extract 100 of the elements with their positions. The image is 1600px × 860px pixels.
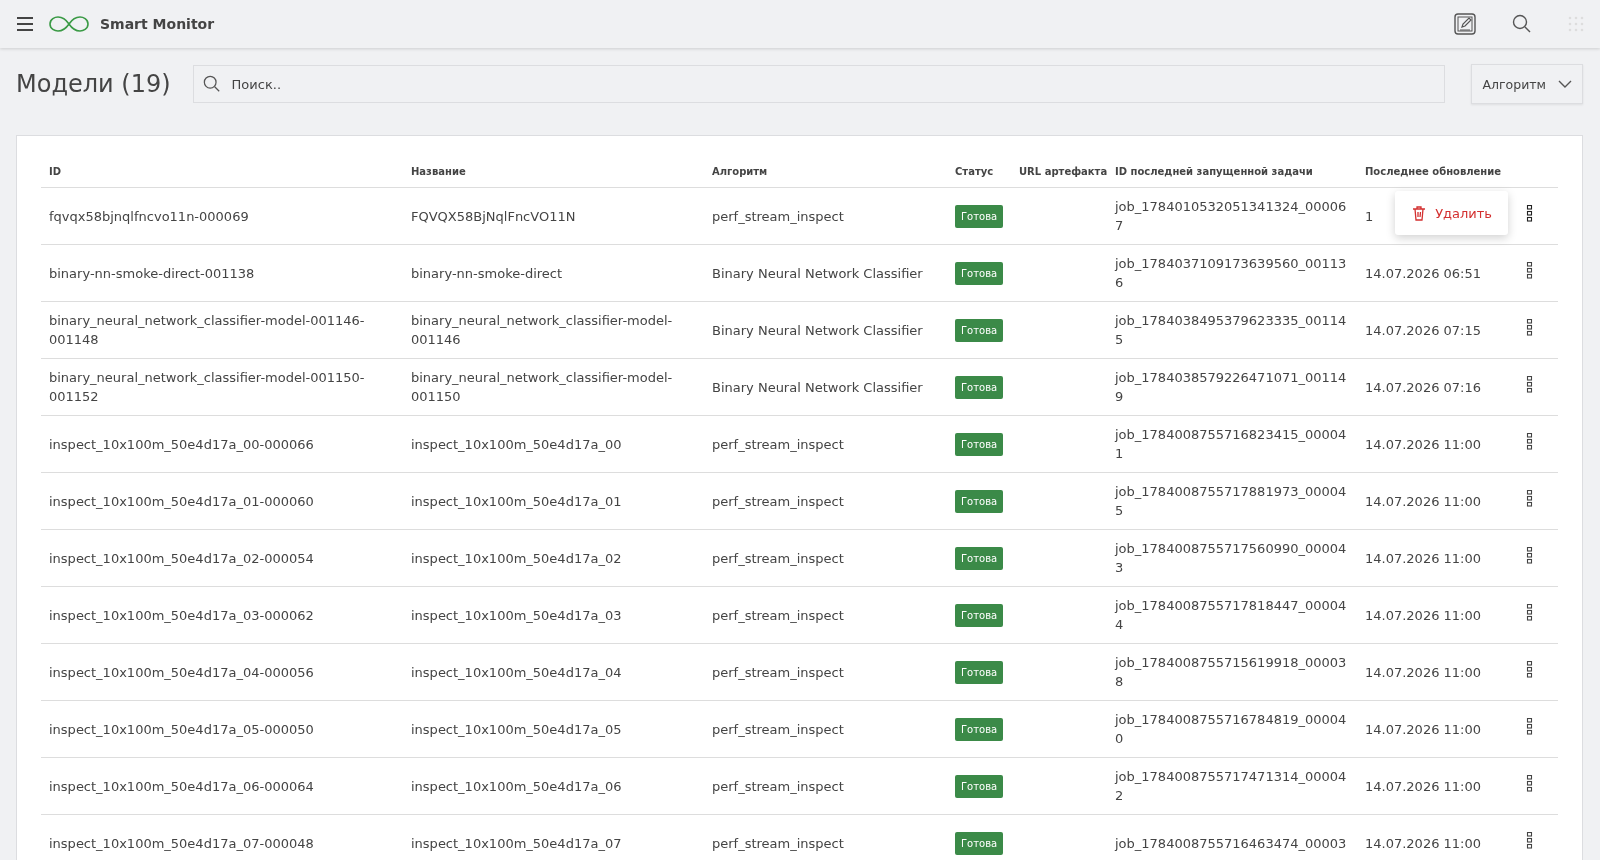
table-cell: perf_stream_inspect (712, 778, 844, 794)
table-cell: perf_stream_inspect (712, 208, 844, 224)
more-options-icon[interactable] (1525, 432, 1534, 451)
table-cell: inspect_10x100m_50e4d17a_05-000050 (49, 721, 314, 737)
table-cell: fqvqx58bjnqlfncvo11n-000069 (49, 208, 249, 224)
status-badge: Готова (955, 375, 1004, 399)
table-cell-text: job_1784008755717560990_000043 (1115, 540, 1348, 577)
table-cell-text: job_1784008755715619918_000038 (1115, 654, 1348, 691)
table-cell: 14.07.2026 11:00 (1365, 607, 1482, 623)
table-cell: inspect_10x100m_50e4d17a_02-000054 (49, 550, 314, 566)
table-cell: 14.07.2026 11:00 (1365, 664, 1482, 680)
table-cell: inspect_10x100m_50e4d17a_00-000066 (49, 436, 314, 452)
table-cell: inspect_10x100m_50e4d17a_02 (411, 550, 622, 566)
table-cell: perf_stream_inspect (712, 664, 844, 680)
table-cell: inspect_10x100m_50e4d17a_03 (411, 607, 622, 623)
table-cell: 14.07.2026 11:00 (1365, 493, 1482, 509)
table-cell: binary_neural_network_classifier-model-001150 (411, 370, 673, 404)
search-icon (202, 75, 221, 93)
status-badge: Готова (955, 717, 1004, 741)
more-options-icon[interactable] (1525, 546, 1534, 565)
column-header[interactable]: ID последней запущенной задачи (1115, 166, 1313, 177)
table-cell: inspect_10x100m_50e4d17a_01-000060 (49, 493, 314, 509)
logo-icon (48, 15, 90, 33)
table-cell: 14.07.2026 11:00 (1365, 721, 1482, 737)
table-cell: perf_stream_inspect (712, 721, 844, 737)
table-cell: inspect_10x100m_50e4d17a_04-000056 (49, 664, 314, 680)
status-badge: Готова (955, 489, 1004, 513)
trash-icon (1411, 205, 1428, 221)
edit-icon[interactable] (1454, 13, 1476, 35)
table-cell-text: job_1784010532051341324_000067 (1115, 198, 1348, 235)
table-cell: inspect_10x100m_50e4d17a_05 (411, 721, 622, 737)
table-cell: binary_neural_network_classifier-model-001150-001152 (49, 370, 365, 404)
table-cell: perf_stream_inspect (712, 607, 844, 623)
column-header[interactable]: Алгоритм (712, 166, 768, 177)
table-cell: 14.07.2026 11:00 (1365, 550, 1482, 566)
status-badge: Готова (955, 546, 1004, 570)
table-cell-text: job_1784008755717881973_000045 (1115, 483, 1348, 520)
more-options-icon[interactable] (1525, 603, 1534, 622)
page-title: Модели (19) (16, 70, 171, 98)
table-cell-text: job_1784008755716823415_000041 (1115, 426, 1348, 463)
status-badge: Готова (955, 831, 1004, 855)
table-cell-text: job_1784038495379623335_001145 (1115, 312, 1348, 349)
table-cell: Binary Neural Network Classifier (712, 322, 923, 338)
more-options-icon[interactable] (1525, 375, 1534, 394)
table-cell: perf_stream_inspect (712, 436, 844, 452)
table-cell-text: job_1784008755717471314_000042 (1115, 768, 1348, 805)
status-badge: Готова (955, 774, 1004, 798)
table-cell: binary-nn-smoke-direct (411, 265, 563, 281)
more-options-icon[interactable] (1525, 660, 1534, 679)
table-cell: 14.07.2026 07:16 (1365, 379, 1482, 395)
column-header[interactable]: URL артефакта (1019, 166, 1108, 177)
table-cell: perf_stream_inspect (712, 493, 844, 509)
table-cell: 14.07.2026 06:51 (1365, 265, 1482, 281)
status-badge: Готова (955, 660, 1004, 684)
table-cell: binary_neural_network_classifier-model-001146-001148 (49, 313, 365, 347)
table-cell: inspect_10x100m_50e4d17a_07-000048 (49, 835, 314, 851)
table-cell: 14.07.2026 11:00 (1365, 436, 1482, 452)
table-cell: inspect_10x100m_50e4d17a_00 (411, 436, 622, 452)
column-header[interactable]: Последнее обновление (1365, 166, 1502, 177)
menu-icon[interactable] (16, 17, 34, 31)
status-badge: Готова (955, 432, 1004, 456)
table-cell-text: job_1784008755716463474_00003 (1115, 834, 1348, 853)
table-cell-text: job_1784037109173639560_001136 (1115, 255, 1348, 292)
more-options-icon[interactable] (1525, 261, 1534, 280)
search-field[interactable]: Поиск.. (192, 65, 1446, 103)
more-options-icon[interactable] (1525, 204, 1534, 223)
table-cell: perf_stream_inspect (712, 550, 844, 566)
table-cell: binary_neural_network_classifier-model-001146 (411, 313, 673, 347)
algorithm-dropdown[interactable]: Алгоритм (1471, 64, 1583, 104)
column-header[interactable]: Название (411, 166, 466, 177)
table-cell: 14.07.2026 11:00 (1365, 778, 1482, 794)
table-cell: Binary Neural Network Classifier (712, 379, 923, 395)
table-cell: FQVQX58BjNqlFncVO11N (411, 208, 576, 224)
table-cell-text: job_1784008755717818447_000044 (1115, 597, 1348, 634)
table-cell: inspect_10x100m_50e4d17a_04 (411, 664, 622, 680)
status-badge: Готова (955, 204, 1004, 228)
status-badge: Готова (955, 318, 1004, 342)
table-cell: inspect_10x100m_50e4d17a_01 (411, 493, 622, 509)
table-cell: binary-nn-smoke-direct-001138 (49, 265, 255, 281)
table-cell: Binary Neural Network Classifier (712, 265, 923, 281)
table-cell: inspect_10x100m_50e4d17a_06 (411, 778, 622, 794)
table-cell: inspect_10x100m_50e4d17a_06-000064 (49, 778, 314, 794)
more-options-icon[interactable] (1525, 831, 1534, 850)
column-header[interactable]: Статус (955, 166, 994, 177)
app-name: Smart Monitor (100, 16, 215, 32)
table-cell-text: job_1784008755716784819_000040 (1115, 711, 1348, 748)
more-options-icon[interactable] (1525, 489, 1534, 508)
status-badge: Готова (955, 261, 1004, 285)
more-options-icon[interactable] (1525, 774, 1534, 793)
search-icon[interactable] (1512, 14, 1532, 34)
status-badge: Готова (955, 603, 1004, 627)
table-cell: 14.07.2026 07:15 (1365, 322, 1482, 338)
table-cell: perf_stream_inspect (712, 835, 844, 851)
column-header[interactable]: ID (49, 166, 62, 177)
more-options-icon[interactable] (1525, 717, 1534, 736)
table-cell: 14.07.2026 11:00 (1365, 835, 1482, 851)
more-options-icon[interactable] (1525, 318, 1534, 337)
table-cell-text: job_1784038579226471071_001149 (1115, 369, 1348, 406)
chevron-down-icon (1558, 80, 1572, 88)
table-cell: inspect_10x100m_50e4d17a_03-000062 (49, 607, 314, 623)
